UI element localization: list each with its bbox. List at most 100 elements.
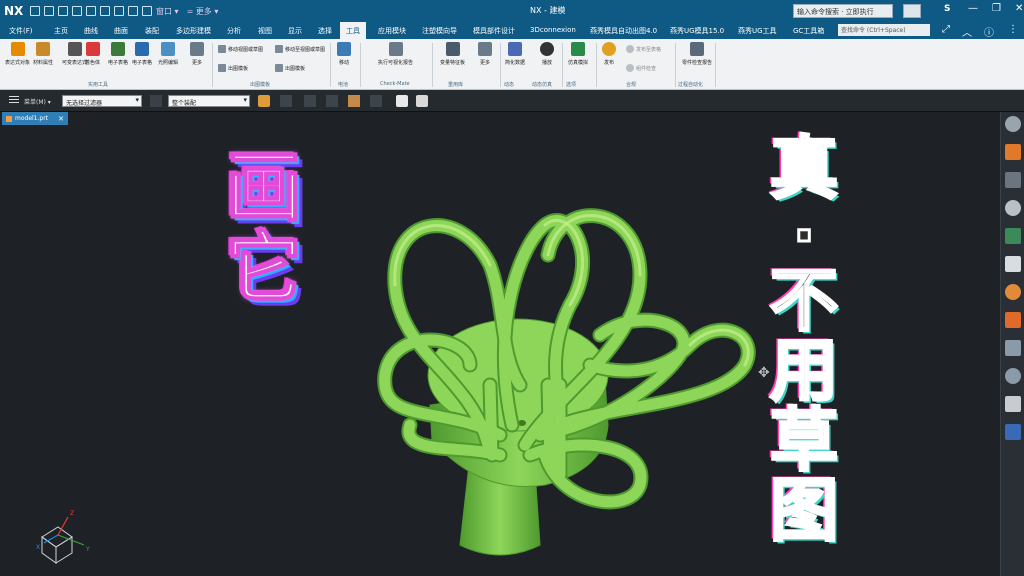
ribbon-button-8[interactable]: 移动 bbox=[337, 42, 351, 66]
options-icon[interactable]: ⋮ bbox=[1008, 24, 1018, 35]
new-file-icon[interactable] bbox=[30, 6, 40, 16]
save-icon[interactable] bbox=[58, 6, 68, 16]
part-file-icon bbox=[6, 115, 12, 122]
tab-applications[interactable]: 应用模块 bbox=[378, 26, 406, 36]
ribbon-button-2[interactable]: 可变表达式 bbox=[62, 42, 87, 66]
help-icon[interactable]: ⓘ bbox=[984, 24, 994, 39]
ribbon-button-16[interactable]: 零件检查报告 bbox=[682, 42, 712, 66]
ribbon-button-15[interactable]: 发布 bbox=[602, 42, 616, 66]
tab-display[interactable]: 显示 bbox=[288, 26, 302, 36]
edge-rule-icon[interactable] bbox=[370, 95, 382, 107]
ribbon-small-2[interactable]: 出图模板 bbox=[218, 64, 248, 72]
ribbon-small-1[interactable]: 移动至视图或草图 bbox=[275, 45, 325, 53]
ribbon-button-1[interactable]: 材料属性 bbox=[33, 42, 53, 66]
ribbon-button-6[interactable]: 光照编辑 bbox=[158, 42, 178, 66]
type-filter-select[interactable]: 无选择过滤器 bbox=[62, 95, 142, 107]
view-cube-icon[interactable] bbox=[1005, 144, 1021, 160]
ribbon-button-5[interactable]: 电子表格 bbox=[132, 42, 152, 66]
tab-mold-design[interactable]: 模具部件设计 bbox=[473, 26, 515, 36]
tab-3dconnexion[interactable]: 3Dconnexion bbox=[530, 26, 576, 34]
tab-analysis[interactable]: 分析 bbox=[227, 26, 241, 36]
gear-icon[interactable] bbox=[1005, 116, 1021, 132]
ribbon-button-9[interactable]: 执行可视化报告 bbox=[378, 42, 413, 66]
snap-point-icon[interactable] bbox=[258, 95, 270, 107]
ribbon-separator bbox=[360, 43, 361, 87]
tab-yanxiu-mold[interactable]: 燕秀UG模具15.0 bbox=[670, 26, 724, 36]
resource-icon[interactable] bbox=[1005, 172, 1021, 188]
palette-icon[interactable] bbox=[1005, 368, 1021, 384]
paste-icon[interactable] bbox=[128, 6, 138, 16]
process-icon[interactable] bbox=[1005, 312, 1021, 328]
ribbon-button-12[interactable]: 简化数据 bbox=[505, 42, 525, 66]
part-icon[interactable] bbox=[1005, 200, 1021, 216]
web-icon[interactable] bbox=[1005, 340, 1021, 356]
ribbon-button-4[interactable]: 电子表格 bbox=[108, 42, 128, 66]
tab-view[interactable]: 视图 bbox=[258, 26, 272, 36]
user-avatar[interactable]: S bbox=[944, 4, 950, 14]
minimize-icon[interactable]: — bbox=[968, 3, 978, 14]
view-orient-icon[interactable] bbox=[416, 95, 428, 107]
selection-scope-select[interactable]: 整个装配 bbox=[168, 95, 250, 107]
ribbon-small-0[interactable]: 移动视图或草图 bbox=[218, 45, 263, 53]
menu-button[interactable]: 菜单(M) ▾ bbox=[24, 97, 51, 106]
toolbar-icon[interactable] bbox=[1005, 228, 1021, 244]
find-command-input[interactable]: 查找命令 (Ctrl+Space) bbox=[838, 24, 930, 36]
tab-select[interactable]: 选择 bbox=[318, 26, 332, 36]
ribbon-button-0[interactable]: 表达式对象 bbox=[5, 42, 30, 66]
repeat-icon[interactable] bbox=[142, 6, 152, 16]
graphics-viewport[interactable]: Z Y X 画 它 真 · 不 用 草 图 ✥ bbox=[0, 125, 1000, 576]
filter-icon[interactable] bbox=[150, 95, 162, 107]
command-finder-input[interactable]: 输入命令搜索 · 立即执行 bbox=[793, 4, 893, 18]
chevron-up-icon[interactable]: ︿ bbox=[962, 24, 972, 39]
tab-curve[interactable]: 曲线 bbox=[84, 26, 98, 36]
copy-icon[interactable] bbox=[114, 6, 124, 16]
tab-polygon-modeling[interactable]: 多边形建模 bbox=[176, 26, 211, 36]
close-icon[interactable]: ✕ bbox=[1015, 3, 1023, 14]
ribbon-button-13[interactable]: 播放 bbox=[540, 42, 554, 66]
history-icon[interactable] bbox=[1005, 284, 1021, 300]
material-icon[interactable] bbox=[1005, 396, 1021, 412]
ribbon-button-3[interactable]: 着色体 bbox=[85, 42, 100, 66]
select-icon[interactable] bbox=[280, 95, 292, 107]
ribbon-small-3[interactable]: 出图模板 bbox=[275, 64, 305, 72]
collapse-ribbon-icon[interactable]: ⤢ bbox=[942, 24, 950, 35]
ribbon-button-14[interactable]: 仿真模拟 bbox=[568, 42, 588, 66]
group-label: 过程自动化 bbox=[678, 82, 704, 88]
right-caption: 真 · 不 用 草 图 bbox=[768, 134, 839, 548]
tab-tools[interactable]: 工具 bbox=[340, 22, 366, 39]
tab-gc-toolbox[interactable]: GC工具箱 bbox=[793, 26, 824, 36]
title-bar: NX 窗口 ▾ = 更多 ▾ NX - 建模 输入命令搜索 · 立即执行 S —… bbox=[0, 0, 1024, 22]
tab-yanxiu-drawing[interactable]: 燕秀模具自动出图4.0 bbox=[590, 26, 657, 36]
tab-yanxiu-tools[interactable]: 燕秀UG工具 bbox=[738, 26, 777, 36]
roles-icon[interactable] bbox=[1005, 256, 1021, 272]
expression-icon bbox=[10, 42, 25, 56]
quick-access-more[interactable]: = 更多 ▾ bbox=[187, 6, 219, 17]
tab-home[interactable]: 主页 bbox=[54, 26, 68, 36]
document-tab[interactable]: model1.prt ✕ bbox=[2, 112, 68, 125]
library-icon[interactable] bbox=[1005, 424, 1021, 440]
image-icon bbox=[161, 42, 175, 56]
tab-assembly[interactable]: 装配 bbox=[145, 26, 159, 36]
ribbon-button-10[interactable]: 变量特征板 bbox=[440, 42, 465, 66]
ribbon-button-7[interactable]: 更多 bbox=[190, 42, 204, 66]
ribbon-button-11[interactable]: 更多 bbox=[478, 42, 492, 66]
tab-surface[interactable]: 曲面 bbox=[114, 26, 128, 36]
window-menu[interactable]: 窗口 ▾ bbox=[156, 6, 179, 17]
right-caption-char-3: 用 bbox=[768, 332, 839, 411]
tab-mold-wizard[interactable]: 注塑模向导 bbox=[422, 26, 457, 36]
ribbon-disabled-1: 组件检查 bbox=[626, 64, 656, 72]
face-rule-icon[interactable] bbox=[348, 95, 360, 107]
view-shaded-icon[interactable] bbox=[396, 95, 408, 107]
redo-icon[interactable] bbox=[86, 6, 96, 16]
cursor-select-icon[interactable] bbox=[304, 95, 316, 107]
spreadsheet-icon bbox=[111, 42, 125, 56]
menu-file[interactable]: 文件(F) bbox=[9, 26, 33, 36]
open-file-icon[interactable] bbox=[44, 6, 54, 16]
undo-icon[interactable] bbox=[72, 6, 82, 16]
curve-rule-icon[interactable] bbox=[326, 95, 338, 107]
menu-icon[interactable] bbox=[9, 96, 19, 105]
close-tab-icon[interactable]: ✕ bbox=[58, 115, 64, 123]
restore-icon[interactable]: ❐ bbox=[992, 3, 1001, 14]
search-dropdown-button[interactable] bbox=[903, 4, 921, 18]
cut-icon[interactable] bbox=[100, 6, 110, 16]
